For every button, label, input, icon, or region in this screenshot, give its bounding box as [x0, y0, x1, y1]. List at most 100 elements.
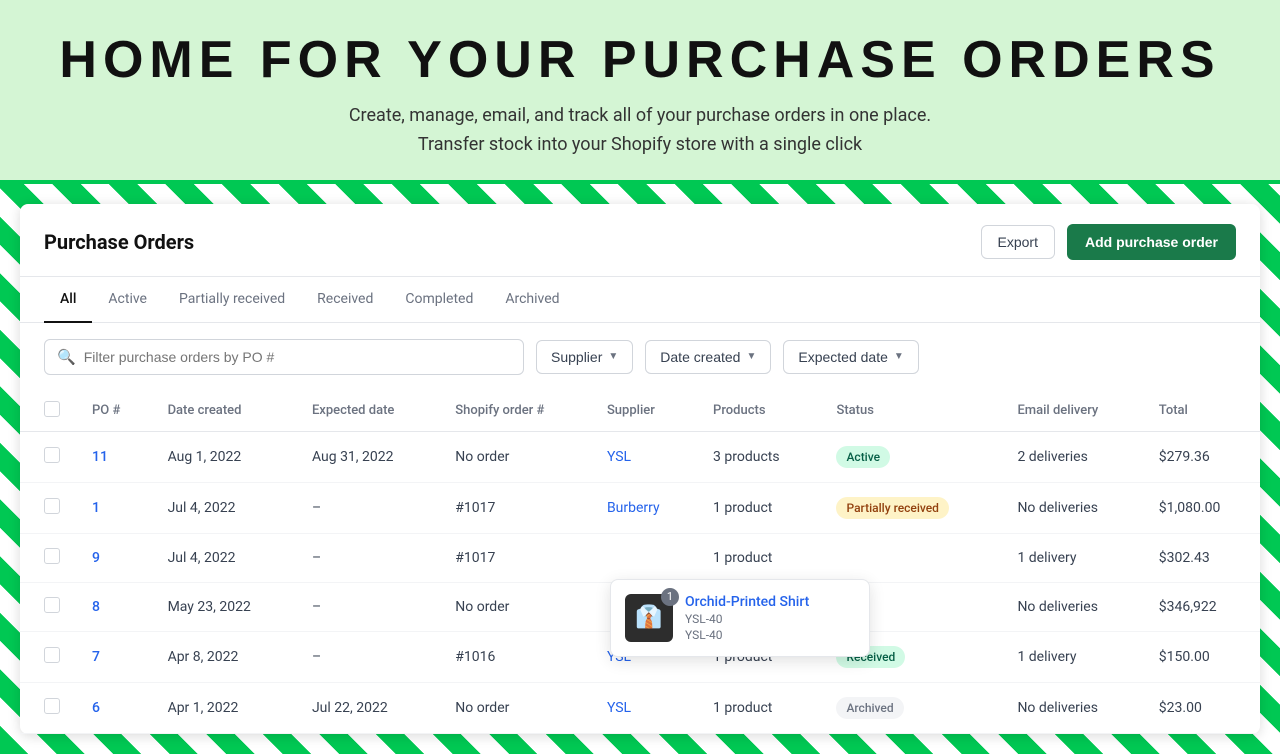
tooltip-image-wrap: 👔 1	[625, 594, 673, 642]
row-checkbox[interactable]	[44, 498, 60, 514]
expected-date-cell: –	[296, 533, 439, 582]
expected-date-filter-label: Expected date	[798, 349, 888, 365]
tooltip-badge-count: 1	[661, 588, 679, 606]
shopify-order-cell: #1017	[439, 482, 591, 533]
supplier-cell: YSL	[591, 682, 697, 733]
date-created-cell: Apr 1, 2022	[152, 682, 296, 733]
products-cell: 1 product	[697, 682, 820, 733]
supplier-link[interactable]: YSL	[607, 449, 631, 465]
po-number-link[interactable]: 7	[92, 649, 100, 665]
expected-date-filter-button[interactable]: Expected date ▼	[783, 340, 918, 374]
table-wrap: PO # Date created Expected date Shopify …	[20, 391, 1260, 734]
email-delivery-cell: No deliveries	[1001, 482, 1142, 533]
tooltip-sku1: YSL-40	[685, 612, 809, 626]
col-status: Status	[820, 391, 1001, 432]
po-number-link[interactable]: 9	[92, 550, 100, 566]
row-checkbox[interactable]	[44, 647, 60, 663]
shopify-order-cell: #1017	[439, 533, 591, 582]
tab-completed[interactable]: Completed	[389, 277, 489, 323]
total-cell: $346,922	[1143, 582, 1260, 631]
search-icon: 🔍	[57, 348, 76, 366]
row-checkbox[interactable]	[44, 447, 60, 463]
select-all-checkbox[interactable]	[44, 401, 60, 417]
tabs-bar: All Active Partially received Received C…	[20, 277, 1260, 323]
date-created-filter-label: Date created	[660, 349, 740, 365]
supplier-link[interactable]: Burberry	[607, 500, 660, 516]
supplier-filter-button[interactable]: Supplier ▼	[536, 340, 633, 374]
expected-date-cell: Aug 31, 2022	[296, 431, 439, 482]
col-po-number: PO #	[76, 391, 152, 432]
tab-partially-received[interactable]: Partially received	[163, 277, 301, 323]
date-created-cell: Jul 4, 2022	[152, 482, 296, 533]
email-delivery-cell: 1 delivery	[1001, 631, 1142, 682]
supplier-link[interactable]: YSL	[607, 700, 631, 716]
supplier-cell: YSL	[591, 431, 697, 482]
expected-date-cell: Jul 22, 2022	[296, 682, 439, 733]
products-cell: 3 products	[697, 431, 820, 482]
supplier-filter-label: Supplier	[551, 349, 602, 365]
expected-date-cell: –	[296, 582, 439, 631]
shopify-order-cell: No order	[439, 682, 591, 733]
expected-date-cell: –	[296, 631, 439, 682]
product-tooltip: 👔 1 Orchid-Printed Shirt YSL-40 YSL-40	[610, 579, 870, 657]
email-delivery-cell: 1 delivery	[1001, 533, 1142, 582]
search-box: 🔍	[44, 339, 524, 375]
tooltip-product-name[interactable]: Orchid-Printed Shirt	[685, 594, 809, 610]
purchase-orders-card: Purchase Orders Export Add purchase orde…	[20, 204, 1260, 734]
date-created-filter-button[interactable]: Date created ▼	[645, 340, 771, 374]
total-cell: $150.00	[1143, 631, 1260, 682]
subtitle-line2: Transfer stock into your Shopify store w…	[418, 134, 862, 155]
tooltip-product-info: Orchid-Printed Shirt YSL-40 YSL-40	[685, 594, 809, 642]
col-supplier: Supplier	[591, 391, 697, 432]
po-number-link[interactable]: 1	[92, 500, 100, 516]
tab-active[interactable]: Active	[92, 277, 163, 323]
header-actions: Export Add purchase order	[981, 224, 1237, 260]
shopify-order-cell: #1016	[439, 631, 591, 682]
tab-received[interactable]: Received	[301, 277, 389, 323]
expected-date-cell: –	[296, 482, 439, 533]
status-cell: Archived	[820, 682, 1001, 733]
col-shopify-order: Shopify order #	[439, 391, 591, 432]
row-checkbox[interactable]	[44, 698, 60, 714]
row-checkbox[interactable]	[44, 548, 60, 564]
status-badge: Partially received	[836, 497, 948, 519]
date-created-chevron-icon: ▼	[746, 351, 756, 362]
tab-archived[interactable]: Archived	[489, 277, 575, 323]
date-created-cell: May 23, 2022	[152, 582, 296, 631]
total-cell: $1,080.00	[1143, 482, 1260, 533]
row-checkbox[interactable]	[44, 597, 60, 613]
po-number-link[interactable]: 11	[92, 449, 108, 465]
supplier-cell	[591, 533, 697, 582]
email-delivery-cell: No deliveries	[1001, 682, 1142, 733]
date-created-cell: Jul 4, 2022	[152, 533, 296, 582]
col-email-delivery: Email delivery	[1001, 391, 1142, 432]
shopify-order-cell: No order	[439, 582, 591, 631]
date-created-cell: Apr 8, 2022	[152, 631, 296, 682]
status-cell: Active	[820, 431, 1001, 482]
card-title: Purchase Orders	[44, 230, 194, 254]
supplier-cell: Burberry	[591, 482, 697, 533]
total-cell: $302.43	[1143, 533, 1260, 582]
shopify-order-cell: No order	[439, 431, 591, 482]
filters-row: 🔍 Supplier ▼ Date created ▼ Expected dat…	[20, 323, 1260, 391]
total-cell: $279.36	[1143, 431, 1260, 482]
header-title: HOME FOR YOUR PURCHASE ORDERS	[20, 30, 1260, 90]
tooltip-sku2: YSL-40	[685, 628, 809, 642]
table-row: 9 Jul 4, 2022 – #1017 1 product 1 delive…	[20, 533, 1260, 582]
status-cell: Partially received	[820, 482, 1001, 533]
search-input[interactable]	[84, 349, 511, 365]
expected-date-chevron-icon: ▼	[894, 351, 904, 362]
products-cell: 1 product	[697, 482, 820, 533]
subtitle-line1: Create, manage, email, and track all of …	[349, 105, 931, 126]
purchase-orders-table: PO # Date created Expected date Shopify …	[20, 391, 1260, 734]
table-row: 1 Jul 4, 2022 – #1017 Burberry 1 product…	[20, 482, 1260, 533]
main-area: Purchase Orders Export Add purchase orde…	[0, 184, 1280, 754]
tab-all[interactable]: All	[44, 277, 92, 323]
supplier-chevron-icon: ▼	[608, 351, 618, 362]
header-banner: HOME FOR YOUR PURCHASE ORDERS Create, ma…	[0, 0, 1280, 184]
add-purchase-order-button[interactable]: Add purchase order	[1067, 224, 1236, 260]
po-number-link[interactable]: 8	[92, 599, 100, 615]
export-button[interactable]: Export	[981, 225, 1055, 259]
po-number-link[interactable]: 6	[92, 700, 100, 716]
status-badge: Archived	[836, 697, 903, 719]
